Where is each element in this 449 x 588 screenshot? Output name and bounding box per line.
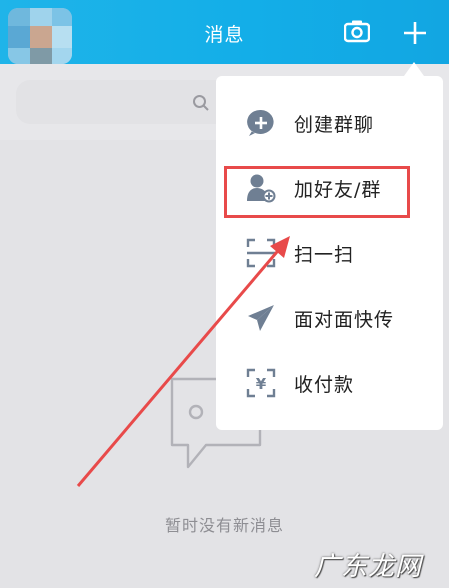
empty-state-text: 暂时没有新消息 — [164, 516, 284, 535]
page-title: 消息 — [204, 24, 245, 46]
menu-item-create-group[interactable]: 创建群聊 — [216, 90, 443, 156]
send-icon — [248, 305, 274, 331]
scan-icon — [246, 238, 276, 268]
add-menu: 创建群聊 加好友/群 扫一扫 面对面快传 ¥ 收付款 — [216, 76, 443, 430]
menu-item-label: 面对面快传 — [294, 309, 395, 331]
menu-item-scan[interactable]: 扫一扫 — [216, 220, 443, 286]
menu-item-payment[interactable]: ¥ 收付款 — [216, 350, 443, 416]
menu-item-label: 创建群聊 — [294, 114, 375, 136]
menu-item-label: 收付款 — [294, 374, 355, 396]
svg-text:¥: ¥ — [256, 375, 267, 393]
watermark: 广东龙网 — [314, 552, 423, 582]
camera-icon[interactable] — [344, 19, 370, 43]
menu-item-face-to-face[interactable]: 面对面快传 — [216, 285, 443, 351]
menu-item-label: 扫一扫 — [294, 244, 355, 266]
payment-icon: ¥ — [246, 368, 276, 398]
menu-caret — [404, 62, 424, 76]
top-bar: 消息 — [0, 0, 449, 64]
create-group-icon — [247, 109, 274, 136]
highlight-box — [224, 166, 410, 218]
search-icon — [193, 95, 209, 111]
plus-icon[interactable] — [402, 20, 428, 46]
